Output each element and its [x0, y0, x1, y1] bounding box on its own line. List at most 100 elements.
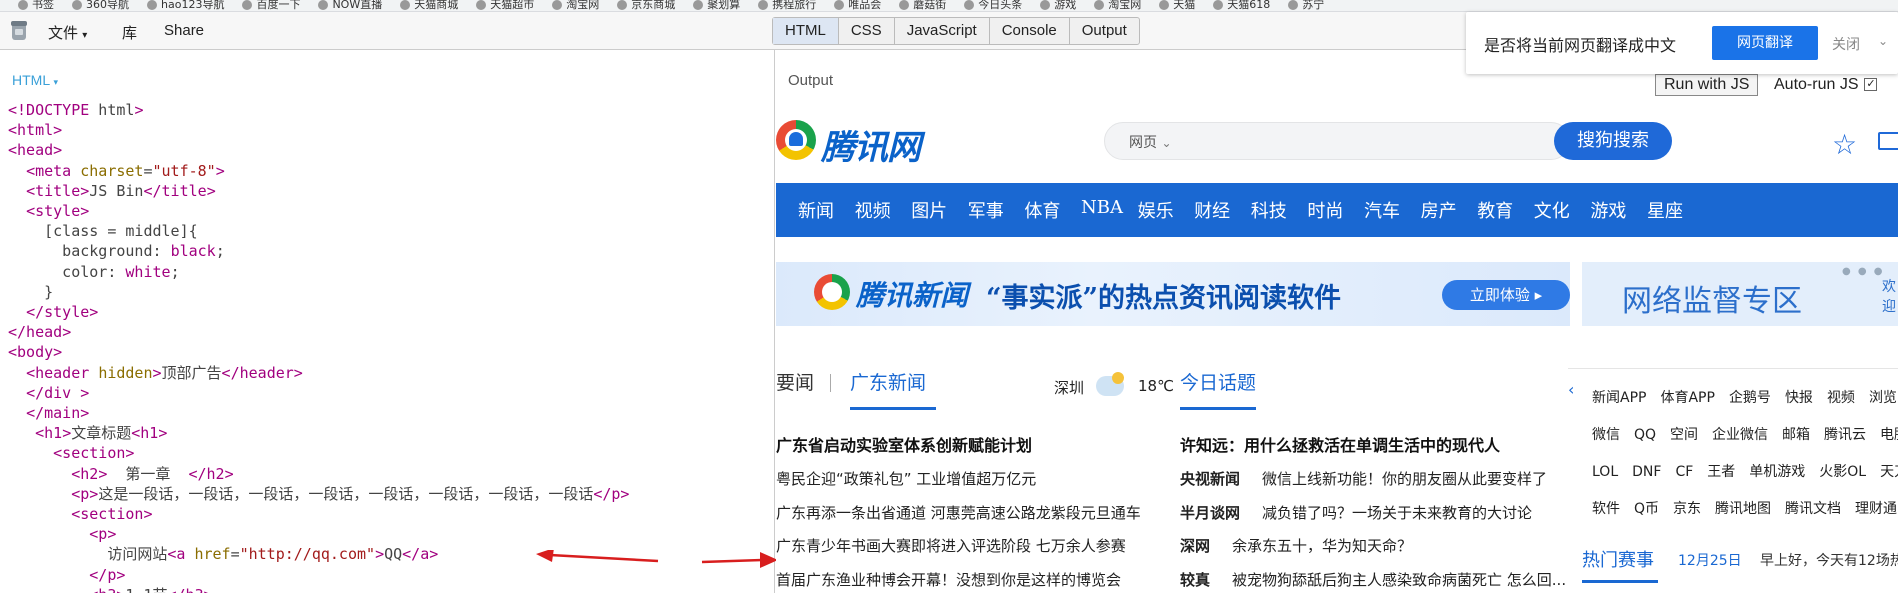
- translate-close-button[interactable]: 关闭: [1832, 34, 1860, 54]
- bookmark-item[interactable]: 书签: [18, 0, 54, 10]
- code-line[interactable]: <h2> 第一章 </h2>: [8, 464, 629, 484]
- app-link[interactable]: DNF: [1632, 464, 1661, 480]
- mail-icon[interactable]: [1878, 132, 1898, 150]
- code-line[interactable]: <h1>文章标题<h1>: [8, 423, 629, 443]
- autorun-toggle[interactable]: Auto-run JS ✓: [1774, 76, 1878, 94]
- tab-top-news[interactable]: 要闻: [776, 368, 814, 395]
- code-line[interactable]: </style>: [8, 302, 629, 322]
- news-item[interactable]: 粤民企迎“政策礼包” 工业增值超万亿元: [776, 468, 1036, 489]
- bookmark-item[interactable]: 游戏: [1040, 0, 1076, 10]
- library-menu[interactable]: 库: [122, 22, 137, 43]
- bookmark-item[interactable]: 携程旅行: [758, 0, 816, 10]
- news-item[interactable]: 广东青少年书画大赛即将进入评选阶段 七万余人参赛: [776, 535, 1126, 556]
- jsbin-logo-icon[interactable]: [10, 20, 28, 42]
- code-line[interactable]: <!DOCTYPE html>: [8, 100, 629, 120]
- bookmark-item[interactable]: 聚划算: [693, 0, 740, 10]
- app-link[interactable]: 腾讯文档: [1785, 501, 1841, 517]
- bookmark-item[interactable]: 天猫超市: [476, 0, 534, 10]
- code-line[interactable]: <html>: [8, 120, 629, 140]
- app-link[interactable]: 微信: [1592, 427, 1620, 443]
- network-supervision-banner[interactable]: 网络监督专区 ● ● ● 欢迎: [1582, 262, 1898, 326]
- bookmark-item[interactable]: hao123导航: [147, 0, 224, 10]
- app-link[interactable]: 空间: [1670, 427, 1698, 443]
- app-link[interactable]: 天刀: [1880, 464, 1898, 480]
- nav-item[interactable]: 游戏: [1590, 197, 1626, 223]
- news-title[interactable]: 余承东五十，华为知天命？: [1232, 537, 1412, 555]
- code-line[interactable]: <meta charset="utf-8">: [8, 161, 629, 181]
- app-link[interactable]: 单机游戏: [1749, 464, 1805, 480]
- code-line[interactable]: <body>: [8, 342, 629, 362]
- news-source[interactable]: 深网: [1180, 537, 1210, 555]
- news-source[interactable]: 半月谈网: [1180, 504, 1240, 522]
- code-line[interactable]: <p>这是一段话，一段话，一段话，一段话，一段话，一段话，一段话，一段话</p>: [8, 484, 629, 504]
- code-line[interactable]: color: white;: [8, 262, 629, 282]
- app-link[interactable]: LOL: [1592, 464, 1618, 480]
- tab-console[interactable]: Console: [990, 18, 1070, 44]
- tencent-news-banner[interactable]: 腾讯新闻 “事实派”的热点资讯阅读软件 立即体验 ▸: [776, 262, 1570, 326]
- app-link[interactable]: 电脑: [1880, 427, 1898, 443]
- app-link[interactable]: 理财通: [1855, 501, 1897, 517]
- share-menu[interactable]: Share: [164, 22, 204, 39]
- nav-item[interactable]: 娱乐: [1138, 197, 1174, 223]
- run-with-js-button[interactable]: Run with JS: [1655, 74, 1759, 96]
- nav-item[interactable]: 时尚: [1307, 197, 1343, 223]
- bookmark-item[interactable]: NOW直播: [318, 0, 382, 10]
- banner-cta-button[interactable]: 立即体验 ▸: [1442, 280, 1570, 310]
- nav-item[interactable]: 科技: [1251, 197, 1287, 223]
- star-icon[interactable]: ☆: [1832, 128, 1857, 161]
- translate-page-button[interactable]: 网页翻译: [1712, 26, 1818, 60]
- news-item[interactable]: 首届广东渔业种博会开幕！没想到你是这样的博览会: [776, 569, 1121, 590]
- code-line[interactable]: [class = middle]{: [8, 221, 629, 241]
- bookmark-item[interactable]: 苏宁: [1288, 0, 1324, 10]
- nav-item[interactable]: 视频: [855, 197, 891, 223]
- news-item[interactable]: 较真 被宠物狗舔舐后狗主人感染致命病菌死亡 怎么回...: [1180, 569, 1566, 590]
- nav-item[interactable]: 教育: [1477, 197, 1513, 223]
- bookmark-item[interactable]: 淘宝网: [1094, 0, 1141, 10]
- app-link[interactable]: 邮箱: [1782, 427, 1810, 443]
- nav-item[interactable]: 体育: [1024, 197, 1060, 223]
- bookmark-item[interactable]: 天猫: [1159, 0, 1195, 10]
- tab-css[interactable]: CSS: [839, 18, 895, 44]
- nav-item[interactable]: 星座: [1647, 197, 1683, 223]
- html-editor-pane[interactable]: HTML ▾ <!DOCTYPE html> <html> <head> <meta…: [0, 50, 775, 593]
- bookmark-item[interactable]: 天猫商城: [400, 0, 458, 10]
- news-title[interactable]: 微信上线新功能！你的朋友圈从此要变样了: [1262, 470, 1547, 488]
- code-editor[interactable]: <!DOCTYPE html> <html> <head> <meta charse…: [8, 100, 629, 593]
- app-link[interactable]: 腾讯云: [1824, 427, 1866, 443]
- tab-today-topics[interactable]: 今日话题: [1180, 368, 1256, 395]
- nav-item[interactable]: 军事: [968, 197, 1004, 223]
- news-item[interactable]: 央视新闻 微信上线新功能！你的朋友圈从此要变样了: [1180, 468, 1547, 489]
- tab-output[interactable]: Output: [1070, 18, 1139, 44]
- code-line[interactable]: <section>: [8, 443, 629, 463]
- app-link[interactable]: 快报: [1785, 390, 1813, 406]
- code-line[interactable]: </div >: [8, 383, 629, 403]
- news-item[interactable]: 深网 余承东五十，华为知天命？: [1180, 535, 1412, 556]
- nav-item[interactable]: 财经: [1194, 197, 1230, 223]
- chevron-down-icon[interactable]: ⌄: [1878, 34, 1888, 48]
- code-line[interactable]: </main>: [8, 403, 629, 423]
- nav-item[interactable]: NBA: [1081, 197, 1123, 218]
- nav-item[interactable]: 新闻: [798, 197, 834, 223]
- code-line[interactable]: <section>: [8, 504, 629, 524]
- app-link[interactable]: QQ: [1634, 427, 1656, 443]
- autorun-checkbox[interactable]: ✓: [1864, 78, 1878, 92]
- app-link[interactable]: 王者: [1707, 464, 1735, 480]
- bookmark-item[interactable]: 百度一下: [242, 0, 300, 10]
- app-link[interactable]: 京东: [1673, 501, 1701, 517]
- app-link[interactable]: 软件: [1592, 501, 1620, 517]
- app-link[interactable]: Q币: [1634, 501, 1659, 517]
- news-title[interactable]: 减负错了吗？一场关于未来教育的大讨论: [1262, 504, 1532, 522]
- code-line[interactable]: <style>: [8, 201, 629, 221]
- news-source[interactable]: 央视新闻: [1180, 470, 1240, 488]
- search-scope-select[interactable]: 网页 ⌄: [1129, 132, 1172, 152]
- tab-html[interactable]: HTML: [773, 18, 839, 44]
- app-link[interactable]: 企业微信: [1712, 427, 1768, 443]
- code-line[interactable]: <p>: [8, 524, 629, 544]
- bookmark-item[interactable]: 蘑菇街: [899, 0, 946, 10]
- app-link[interactable]: 腾讯地图: [1715, 501, 1771, 517]
- app-link[interactable]: 体育APP: [1660, 390, 1714, 406]
- news-item[interactable]: 半月谈网 减负错了吗？一场关于未来教育的大讨论: [1180, 502, 1532, 523]
- right-headline[interactable]: 许知远：用什么拯救活在单调生活中的现代人: [1180, 432, 1500, 456]
- app-link[interactable]: CF: [1675, 464, 1693, 480]
- nav-item[interactable]: 图片: [911, 197, 947, 223]
